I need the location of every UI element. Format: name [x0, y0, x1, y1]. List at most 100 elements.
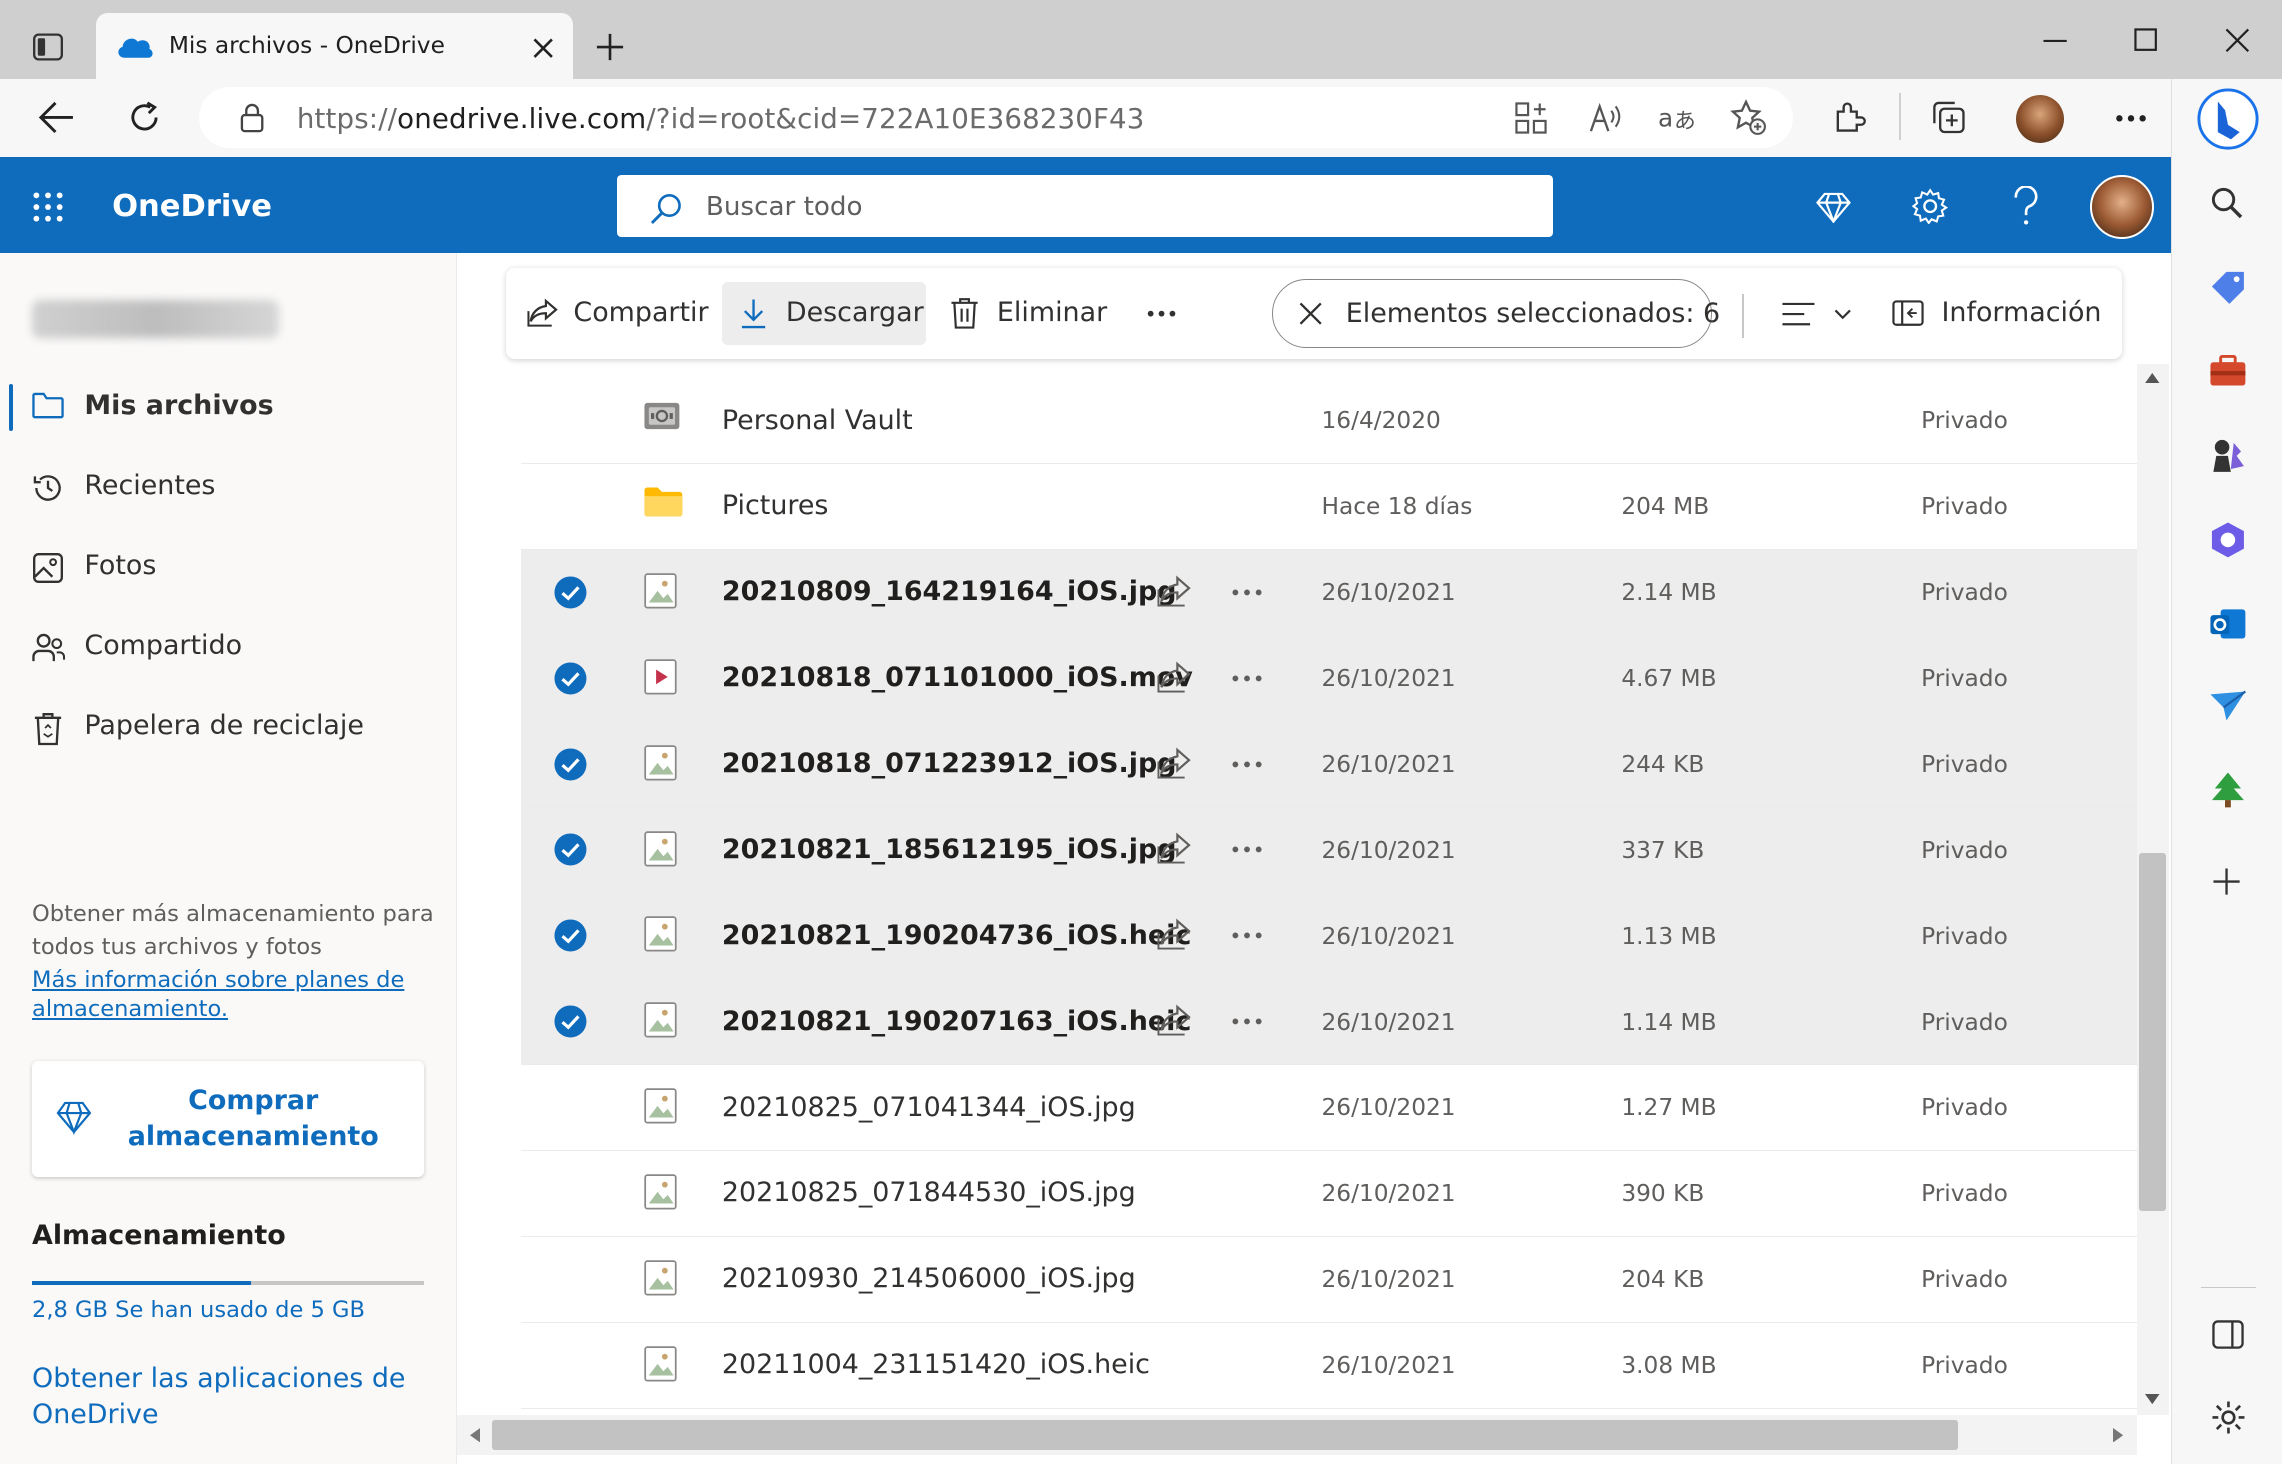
favorite-star-icon[interactable] — [1730, 99, 1768, 137]
share-file-icon[interactable] — [1157, 747, 1192, 779]
file-row[interactable]: Personal Vault 16/4/2020 Privado — [521, 378, 2137, 465]
outlook-icon[interactable] — [2209, 605, 2247, 643]
more-actions-icon[interactable] — [1231, 918, 1263, 953]
share-button[interactable]: Compartir — [518, 268, 722, 360]
file-name[interactable]: 20210821_190204736_iOS.heic — [722, 920, 1191, 951]
file-row[interactable]: 20210821_190204736_iOS.heic 26/10/2021 1.1… — [521, 893, 2137, 980]
sidebar-item-recent[interactable]: Recientes — [0, 456, 457, 520]
checkmark-icon[interactable] — [553, 832, 588, 867]
maximize-icon[interactable] — [2133, 28, 2157, 51]
file-name[interactable]: Personal Vault — [722, 405, 913, 436]
share-file-icon[interactable] — [1157, 918, 1192, 950]
sort-view-button[interactable] — [1776, 268, 1869, 360]
scroll-up-arrow-icon[interactable] — [2145, 372, 2160, 383]
more-actions-icon[interactable] — [1231, 1004, 1263, 1039]
file-name[interactable]: 20210818_071223912_iOS.jpg — [722, 748, 1177, 779]
onedrive-brand[interactable]: OneDrive — [112, 189, 272, 224]
minimize-icon[interactable] — [2042, 38, 2068, 44]
more-actions-icon[interactable] — [1231, 832, 1263, 867]
premium-diamond-icon[interactable] — [1816, 191, 1852, 223]
share-file-icon[interactable] — [1157, 661, 1192, 693]
tab-actions-icon[interactable] — [32, 31, 64, 63]
hide-sidebar-icon[interactable] — [2212, 1320, 2244, 1349]
buy-storage-button[interactable]: Comprar almacenamiento — [32, 1060, 424, 1178]
games-icon[interactable] — [2209, 437, 2247, 475]
sidebar-item-my-files[interactable]: Mis archivos — [0, 375, 457, 439]
download-button[interactable]: Descargar — [721, 282, 926, 345]
file-row[interactable]: 20211004_231151420_iOS.heic 26/10/2021 3.0… — [521, 1323, 2137, 1409]
checkmark-icon[interactable] — [553, 918, 588, 953]
tools-briefcase-icon[interactable] — [2209, 355, 2247, 387]
more-options-icon[interactable] — [2115, 114, 2147, 123]
checkmark-icon[interactable] — [553, 575, 588, 610]
file-name[interactable]: 20211004_231151420_iOS.heic — [722, 1349, 1150, 1380]
sidebar-search-icon[interactable] — [2209, 185, 2244, 220]
lock-icon[interactable] — [239, 102, 265, 134]
shopping-tag-icon[interactable] — [2209, 269, 2247, 305]
file-name[interactable]: 20210825_071041344_iOS.jpg — [722, 1092, 1136, 1123]
file-name[interactable]: Pictures — [722, 490, 829, 521]
file-row[interactable]: 20210825_071844530_iOS.jpg 26/10/2021 390 … — [521, 1151, 2137, 1238]
search-placeholder[interactable]: Buscar todo — [706, 192, 863, 222]
add-sidebar-app-icon[interactable] — [2212, 867, 2241, 896]
help-icon[interactable] — [2013, 186, 2039, 227]
file-row[interactable]: 20210818_071101000_iOS.mov 26/10/2021 4.67… — [521, 636, 2137, 722]
app-available-icon[interactable] — [1515, 102, 1547, 134]
scroll-down-arrow-icon[interactable] — [2145, 1394, 2160, 1405]
file-row[interactable]: 20210818_071223912_iOS.jpg 26/10/2021 244 … — [521, 721, 2137, 808]
get-apps-link[interactable]: Obtener las aplicaciones de OneDrive — [32, 1361, 405, 1434]
share-file-icon[interactable] — [1157, 832, 1192, 864]
sidebar-item-recycle-bin[interactable]: Papelera de reciclaje — [0, 696, 457, 760]
new-tab-icon[interactable] — [594, 31, 626, 63]
file-row[interactable]: 20210821_190207163_iOS.heic 26/10/2021 1.1… — [521, 979, 2137, 1066]
office-icon[interactable] — [2209, 521, 2247, 559]
sidebar-settings-icon[interactable] — [2211, 1400, 2246, 1435]
tree-icon[interactable] — [2209, 771, 2247, 809]
browser-tab[interactable]: Mis archivos - OneDrive — [96, 13, 574, 81]
translate-icon[interactable]: aあ — [1658, 102, 1696, 134]
file-row[interactable]: 20210930_214506000_iOS.jpg 26/10/2021 204 … — [521, 1237, 2137, 1323]
close-window-icon[interactable] — [2225, 28, 2250, 53]
checkmark-icon[interactable] — [553, 1004, 588, 1039]
account-avatar[interactable] — [2089, 174, 2154, 239]
app-launcher-icon[interactable] — [32, 191, 64, 223]
file-name[interactable]: 20210821_185612195_iOS.jpg — [722, 834, 1177, 865]
more-actions-icon[interactable] — [1231, 747, 1263, 782]
vertical-scroll-thumb[interactable] — [2139, 852, 2166, 1211]
close-tab-icon[interactable] — [533, 38, 553, 58]
file-name[interactable]: 20210825_071844530_iOS.jpg — [722, 1177, 1136, 1208]
checkmark-icon[interactable] — [553, 747, 588, 782]
share-file-icon[interactable] — [1157, 1004, 1192, 1036]
file-row[interactable]: 20210825_071041344_iOS.jpg 26/10/2021 1.27… — [521, 1065, 2137, 1152]
more-actions-icon[interactable] — [1231, 661, 1263, 696]
send-plane-icon[interactable] — [2209, 690, 2247, 722]
settings-gear-icon[interactable] — [1912, 188, 1949, 225]
extensions-icon[interactable] — [1832, 100, 1867, 135]
back-arrow-icon[interactable] — [38, 100, 76, 135]
delete-button[interactable]: Eliminar — [943, 268, 1118, 360]
sidebar-item-photos[interactable]: Fotos — [0, 536, 457, 600]
scroll-left-arrow-icon[interactable] — [470, 1427, 481, 1443]
share-file-icon[interactable] — [1157, 575, 1192, 607]
file-row[interactable]: 20210809_164219164_iOS.jpg 26/10/2021 2.14… — [521, 550, 2137, 636]
clear-selection-icon[interactable] — [1299, 302, 1322, 325]
file-name[interactable]: 20210809_164219164_iOS.jpg — [722, 576, 1177, 607]
bing-icon[interactable] — [2196, 87, 2260, 151]
scroll-right-arrow-icon[interactable] — [2113, 1427, 2124, 1443]
info-button[interactable]: Información — [1889, 268, 2107, 360]
file-name[interactable]: 20210818_071101000_iOS.mov — [722, 662, 1193, 693]
sidebar-item-shared[interactable]: Compartido — [0, 616, 457, 680]
file-name[interactable]: 20210821_190207163_iOS.heic — [722, 1006, 1191, 1037]
horizontal-scroll-thumb[interactable] — [491, 1420, 1958, 1450]
file-name[interactable]: 20210930_214506000_iOS.jpg — [722, 1263, 1136, 1294]
storage-usage-text[interactable]: 2,8 GB Se han usado de 5 GB — [32, 1297, 365, 1323]
file-row[interactable]: Pictures Hace 18 días 204 MB Privado — [521, 464, 2137, 551]
url-text[interactable]: https://onedrive.live.com/?id=root&cid=7… — [297, 102, 1145, 135]
file-row[interactable]: 20210821_185612195_iOS.jpg 26/10/2021 337 … — [521, 807, 2137, 894]
read-aloud-icon[interactable] — [1588, 102, 1623, 134]
more-commands-button[interactable] — [1138, 268, 1187, 360]
more-actions-icon[interactable] — [1231, 575, 1263, 610]
storage-plans-link[interactable]: Más información sobre planes de almacena… — [32, 966, 404, 1024]
refresh-icon[interactable] — [127, 100, 162, 135]
checkmark-icon[interactable] — [553, 661, 588, 696]
